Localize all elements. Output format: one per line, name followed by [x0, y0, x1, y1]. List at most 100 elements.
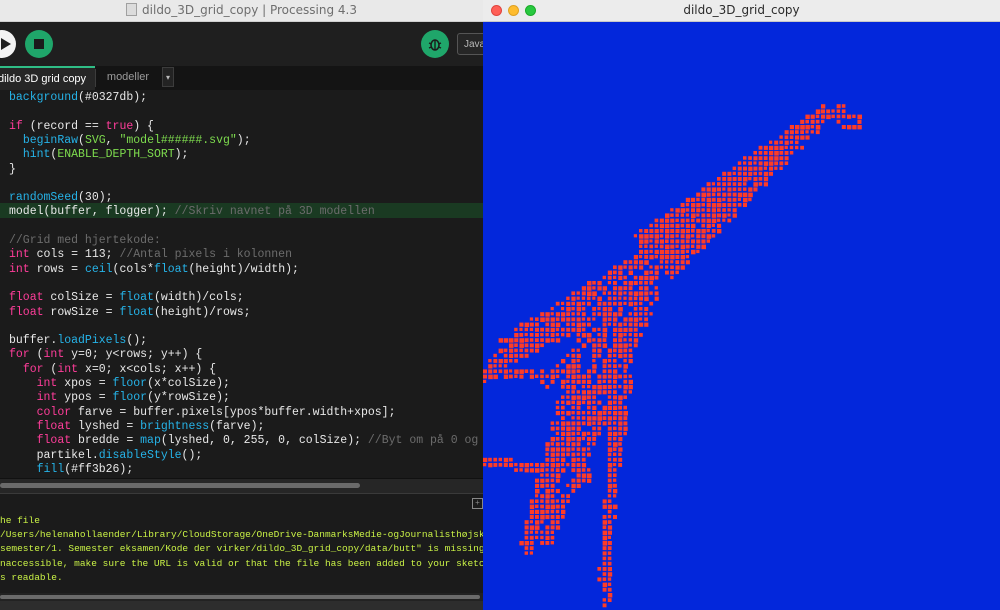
- particle-square: [737, 203, 742, 207]
- particle-square: [509, 348, 514, 353]
- particle-square: [555, 322, 561, 328]
- particle-square: [639, 239, 644, 244]
- particle-square: [659, 234, 664, 238]
- particle-square: [529, 530, 533, 534]
- particle-square: [514, 343, 518, 347]
- particle-square: [576, 333, 581, 337]
- particle-square: [555, 520, 560, 524]
- particle-square: [587, 301, 591, 306]
- particle-square: [795, 130, 799, 134]
- particle-square: [493, 457, 498, 462]
- particle-square: [696, 208, 701, 213]
- particle-square: [654, 244, 658, 248]
- particle-square: [670, 260, 674, 264]
- particle-square: [784, 130, 789, 135]
- particle-square: [649, 229, 654, 233]
- particle-square: [675, 270, 679, 275]
- particle-square: [540, 369, 545, 374]
- particle-square: [602, 405, 608, 411]
- particle-square: [493, 353, 497, 358]
- particle-square: [613, 338, 617, 343]
- particle-square: [857, 125, 862, 130]
- particle-square: [659, 249, 665, 255]
- tab-menu-button[interactable]: ▾: [162, 67, 174, 87]
- particle-square: [581, 416, 586, 420]
- particle-square: [670, 255, 675, 260]
- particle-square: [535, 520, 540, 525]
- particle-square: [602, 390, 607, 395]
- particle-square: [592, 369, 597, 374]
- particle-square: [654, 296, 659, 301]
- particle-square: [769, 161, 774, 166]
- tab-dildo-3d-grid-copy[interactable]: dildo 3D grid copy: [0, 66, 95, 90]
- particle-square: [602, 307, 607, 312]
- particle-square: [618, 385, 622, 389]
- particle-square: [659, 239, 664, 244]
- particle-square: [488, 359, 492, 363]
- particle-square: [659, 223, 665, 229]
- tab-modeller[interactable]: modeller: [96, 66, 160, 90]
- particle-square: [550, 307, 554, 311]
- particle-square: [524, 338, 529, 343]
- particle-square: [618, 431, 622, 436]
- particle-square: [717, 182, 721, 186]
- particle-square: [561, 468, 566, 473]
- particle-square: [571, 312, 575, 316]
- particle-square: [561, 400, 565, 405]
- particle-square: [618, 457, 623, 462]
- particle-square: [592, 421, 596, 425]
- particle-square: [571, 385, 576, 390]
- particle-square: [592, 364, 597, 369]
- particle-square: [509, 343, 514, 348]
- particle-square: [555, 442, 560, 447]
- particle-square: [623, 411, 628, 416]
- code-editor[interactable]: background(#0327db); if (record == true) …: [0, 90, 483, 478]
- expand-console-icon[interactable]: +: [472, 498, 483, 509]
- particle-square: [555, 369, 560, 373]
- particle-square: [514, 348, 518, 353]
- particle-square: [748, 161, 752, 166]
- scrollbar-thumb[interactable]: [0, 595, 480, 599]
- particle-square: [649, 301, 654, 306]
- particle-square: [503, 348, 508, 353]
- particle-square: [607, 322, 611, 326]
- particle-square: [561, 494, 565, 498]
- particle-square: [493, 463, 498, 467]
- particle-square: [753, 151, 757, 155]
- particle-square: [545, 473, 549, 477]
- particle-square: [607, 374, 612, 379]
- particle-square: [540, 509, 545, 515]
- particle-square: [743, 156, 747, 160]
- console-scrollbar[interactable]: [0, 593, 483, 601]
- stop-button[interactable]: [25, 30, 53, 58]
- debug-button[interactable]: [421, 30, 449, 58]
- particle-square: [665, 213, 670, 218]
- particle-square: [550, 327, 555, 333]
- particle-square: [706, 223, 711, 229]
- particle-square: [566, 385, 571, 389]
- particle-square: [789, 140, 794, 144]
- run-button[interactable]: [0, 30, 16, 58]
- horizontal-scrollbar[interactable]: [0, 478, 483, 493]
- scrollbar-thumb[interactable]: [0, 483, 360, 488]
- code-line: int ypos = floor(y*rowSize);: [36, 391, 230, 405]
- particle-square: [623, 322, 627, 327]
- particle-square: [654, 218, 659, 223]
- particle-square: [727, 192, 732, 197]
- particle-square: [524, 525, 529, 530]
- particle-square: [852, 114, 856, 118]
- particle-square: [602, 546, 607, 551]
- particle-square: [498, 348, 504, 354]
- particle-square: [576, 452, 580, 456]
- particle-square: [613, 395, 617, 400]
- particle-square: [758, 145, 763, 150]
- mode-selector[interactable]: Java: [457, 33, 483, 55]
- code-line: float rowSize = float(height)/rows;: [9, 305, 251, 319]
- particle-square: [639, 260, 644, 265]
- particle-square: [597, 327, 601, 331]
- particle-square: [763, 182, 768, 187]
- particle-square: [763, 156, 768, 160]
- particle-square: [607, 499, 612, 503]
- particle-square: [613, 473, 617, 477]
- processing-ide-window: dildo_3D_grid_copy | Processing 4.3 Java…: [0, 0, 483, 610]
